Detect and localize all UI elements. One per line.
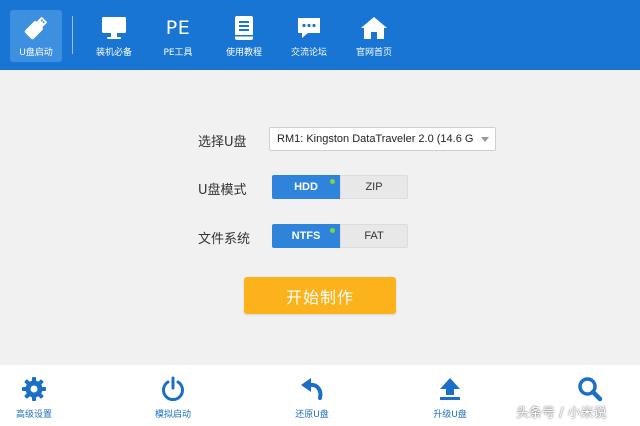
upgrade-usb-button[interactable]: 升级U盘 (415, 375, 485, 420)
gear-icon (19, 375, 49, 403)
fs-ntfs-button[interactable]: NTFS (272, 224, 340, 248)
bottom-nav-label: 升级U盘 (433, 410, 467, 420)
chevron-down-icon (481, 137, 489, 142)
usb-mode-zip-button[interactable]: ZIP (340, 175, 408, 199)
fs-fat-button[interactable]: FAT (340, 224, 408, 248)
search-icon (575, 375, 605, 403)
restore-usb-button[interactable]: 还原U盘 (277, 375, 347, 420)
nav-label: 交流论坛 (290, 48, 327, 58)
usb-mode-label: U盘模式 (198, 183, 247, 198)
nav-tutorial[interactable]: 使用教程 (218, 10, 270, 62)
bottom-nav-label: 高级设置 (15, 410, 52, 420)
power-icon (158, 375, 188, 403)
pe-text-icon: PE (165, 17, 191, 39)
nav-label: U盘启动 (19, 48, 53, 58)
bottom-nav-label: 模拟启动 (154, 410, 191, 420)
home-icon (359, 14, 389, 42)
undo-arrow-icon (297, 375, 327, 403)
select-disk-label: 选择U盘 (198, 135, 247, 150)
usb-search-button[interactable] (555, 375, 625, 403)
nav-label: 官网首页 (355, 48, 392, 58)
nav-label: PE工具 (163, 48, 193, 58)
selected-indicator-dot (330, 228, 335, 233)
bottom-nav-label: 还原U盘 (295, 410, 329, 420)
top-toolbar: U盘启动 装机必备 PE PE工具 使用教程 交流论坛 官网首页 (0, 0, 640, 70)
disk-select[interactable]: RM1: Kingston DataTraveler 2.0 (14.6 G (269, 127, 496, 151)
start-button[interactable]: 开始制作 (244, 277, 396, 314)
nav-essentials[interactable]: 装机必备 (88, 10, 140, 62)
monitor-icon (99, 14, 129, 42)
filesystem-toggle: NTFS FAT (272, 224, 408, 248)
nav-label: 使用教程 (225, 48, 262, 58)
book-icon (229, 14, 259, 42)
watermark: 头条号 / 小米说 (516, 406, 607, 421)
filesystem-label: 文件系统 (198, 232, 251, 247)
upload-icon (435, 375, 465, 403)
disk-select-value: RM1: Kingston DataTraveler 2.0 (14.6 G (277, 133, 474, 145)
nav-forum[interactable]: 交流论坛 (283, 10, 335, 62)
simulate-boot-button[interactable]: 模拟启动 (138, 375, 208, 420)
nav-label: 装机必备 (95, 48, 132, 58)
usb-drive-icon (21, 14, 51, 42)
selected-indicator-dot (330, 179, 335, 184)
nav-pe-tools[interactable]: PE PE工具 (152, 10, 204, 62)
chat-bubble-icon (294, 14, 324, 42)
usb-mode-hdd-button[interactable]: HDD (272, 175, 340, 199)
main-panel: 选择U盘 RM1: Kingston DataTraveler 2.0 (14.… (0, 70, 640, 365)
usb-mode-toggle: HDD ZIP (272, 175, 408, 199)
nav-homepage[interactable]: 官网首页 (348, 10, 400, 62)
toolbar-divider (72, 16, 73, 54)
advanced-settings-button[interactable]: 高级设置 (0, 375, 69, 420)
nav-usb-boot[interactable]: U盘启动 (10, 10, 62, 62)
